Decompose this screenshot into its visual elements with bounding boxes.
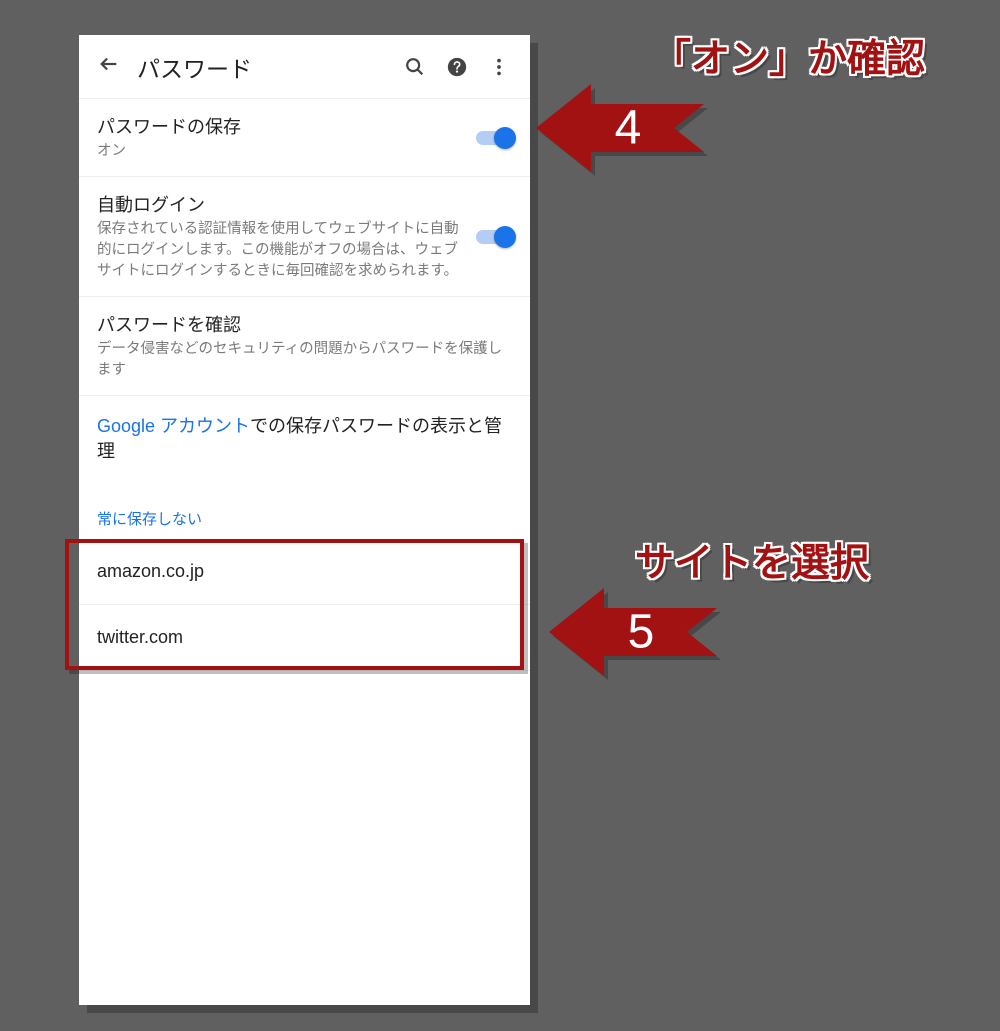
google-account-notice: Google アカウントでの保存パスワードの表示と管理	[79, 395, 530, 482]
row-title: パスワードを確認	[97, 311, 512, 337]
back-button[interactable]	[89, 51, 129, 82]
annotation-text: サイトを選択	[635, 532, 869, 588]
help-icon[interactable]	[436, 56, 478, 78]
row-description: データ侵害などのセキュリティの問題からパスワードを保護します	[97, 339, 512, 381]
row-status: オン	[97, 141, 462, 162]
auto-login-row[interactable]: 自動ログイン 保存されている認証情報を使用してウェブサイトに自動的にログインしま…	[79, 176, 530, 296]
save-passwords-toggle[interactable]	[476, 131, 512, 145]
overflow-menu-icon[interactable]	[478, 56, 520, 78]
annotation-step-4: 「オン」か確認 4	[536, 34, 996, 194]
save-passwords-row[interactable]: パスワードの保存 オン	[79, 98, 530, 176]
row-title: 自動ログイン	[97, 191, 462, 217]
annotation-text: 「オン」か確認	[652, 28, 925, 84]
never-save-site-item[interactable]: twitter.com	[79, 604, 530, 670]
row-description: 保存されている認証情報を使用してウェブサイトに自動的にログインします。この機能が…	[97, 219, 462, 282]
auto-login-toggle[interactable]	[476, 230, 512, 244]
check-passwords-row[interactable]: パスワードを確認 データ侵害などのセキュリティの問題からパスワードを保護します	[79, 296, 530, 395]
annotation-number: 5	[628, 605, 655, 660]
never-save-site-item[interactable]: amazon.co.jp	[79, 539, 530, 604]
app-bar: パスワード	[79, 35, 530, 98]
password-settings-screen: パスワード パスワードの保存 オン 自動ログイン 保存されている認証情報を使用し…	[79, 35, 530, 1005]
page-title: パスワード	[129, 50, 394, 84]
never-save-list-container: amazon.co.jp twitter.com	[79, 539, 530, 670]
annotation-step-5: サイトを選択 5	[549, 538, 1000, 698]
annotation-number: 4	[615, 101, 642, 156]
row-title: パスワードの保存	[97, 113, 462, 139]
never-save-label: 常に保存しない	[79, 482, 530, 539]
search-icon[interactable]	[394, 56, 436, 78]
google-account-link[interactable]: Google アカウント	[97, 416, 250, 436]
